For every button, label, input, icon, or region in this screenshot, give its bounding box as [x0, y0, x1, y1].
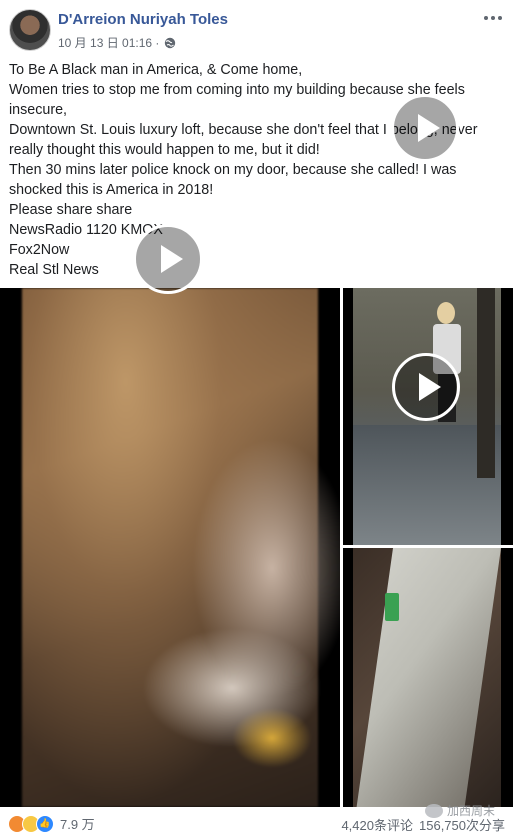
- post-line: Please share share: [9, 202, 133, 218]
- post-body: To Be A Black man in America, & Come hom…: [9, 60, 507, 280]
- post-meta: 10 月 13 日 01:16 ·: [58, 34, 176, 51]
- post-line: Real Stl News: [9, 262, 99, 278]
- post-line: To Be A Black man in America, & Come hom…: [9, 62, 303, 78]
- post-header: D'Arreion Nuriyah Toles 10 月 13 日 01:16 …: [0, 0, 513, 58]
- globe-icon: [165, 37, 176, 48]
- post-footer: 👍 7.9 万 4,420条评论 156,750次分享: [0, 809, 513, 835]
- post-timestamp[interactable]: 10 月 13 日 01:16 ·: [58, 34, 159, 51]
- post-line: Fox2Now: [9, 242, 70, 258]
- play-icon[interactable]: [392, 353, 460, 421]
- more-icon[interactable]: [483, 10, 503, 26]
- play-icon[interactable]: [391, 94, 459, 162]
- post-line: NewsRadio 1120 KMOX: [9, 222, 163, 238]
- avatar[interactable]: [9, 9, 51, 51]
- like-reaction-icon: 👍: [36, 814, 54, 833]
- author-name[interactable]: D'Arreion Nuriyah Toles: [58, 11, 228, 28]
- comment-count[interactable]: 4,420条评论: [341, 815, 413, 834]
- reactions-summary[interactable]: 👍 7.9 万: [8, 814, 95, 833]
- share-count[interactable]: 156,750次分享: [419, 815, 505, 834]
- play-icon[interactable]: [133, 224, 203, 294]
- post-stats: 4,420条评论 156,750次分享: [341, 815, 505, 834]
- video-thumbnail-door[interactable]: [343, 548, 513, 807]
- post-line: Then 30 mins later police knock on my do…: [9, 162, 457, 198]
- reaction-count: 7.9 万: [60, 817, 95, 832]
- video-thumbnail-main[interactable]: [0, 288, 340, 807]
